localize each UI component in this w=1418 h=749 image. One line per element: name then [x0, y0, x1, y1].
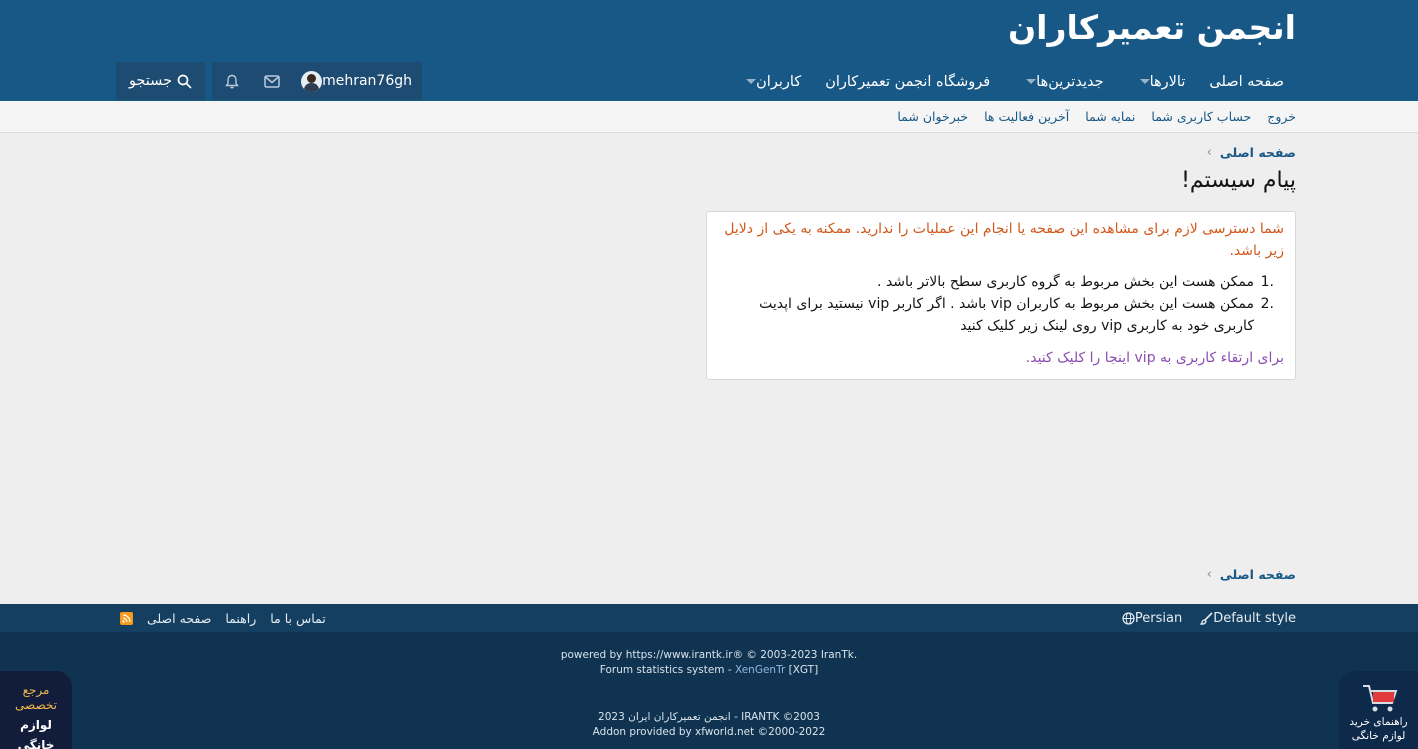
nav-forums-label: تالارها	[1149, 73, 1186, 90]
chevron-down-icon[interactable]	[1139, 79, 1150, 84]
subnav-latest-activity[interactable]: آخرین فعالیت ها	[984, 109, 1069, 124]
buying-guide-badge[interactable]: راهنمای خرید لوازم خانگی	[1339, 671, 1418, 749]
sub-nav: خبرخوان شما آخرین فعالیت ها نمایه شما حس…	[0, 101, 1418, 133]
breadcrumb: صفحه اصلی ›	[1207, 145, 1296, 160]
footer-contact-link[interactable]: تماس با ما	[270, 611, 326, 626]
badge-line: مرجع	[22, 683, 50, 697]
copyright-line: powered by https://www.irantk.ir® © 2003…	[560, 649, 858, 661]
main-nav: صفحه اصلی تالارها جدیدترین‌ها فروشگاه ان…	[722, 62, 1296, 101]
search-button[interactable]: جستجو	[116, 62, 205, 100]
chevron-left-icon: ›	[1206, 567, 1212, 582]
stats-suffix: [XGT]	[785, 664, 819, 676]
brush-icon	[1200, 611, 1213, 625]
upgrade-vip-link[interactable]: برای ارتقاء کاربری به vip اینجا را کلیک …	[718, 350, 1284, 366]
breadcrumb-home[interactable]: صفحه اصلی	[1220, 145, 1296, 160]
nav-members[interactable]: کاربران	[722, 62, 813, 101]
style-chooser[interactable]: Default style	[1196, 611, 1296, 626]
nav-forums[interactable]: تالارها	[1116, 62, 1198, 101]
stats-line: Forum statistics system - XenGenTr [XGT]	[0, 663, 1418, 678]
rss-icon[interactable]	[120, 611, 133, 625]
cart-icon	[1362, 685, 1397, 712]
reason-list: .1 ممکن هست این بخش مربوط به گروه کاربری …	[718, 271, 1284, 337]
user-menu: mehran76gh	[212, 62, 422, 100]
breadcrumb-bottom: صفحه اصلی ›	[1207, 567, 1296, 582]
nav-members-label: کاربران	[756, 73, 802, 90]
copyright: powered by https://www.irantk.ir® © 2003…	[0, 648, 1418, 678]
copyright-bottom: انجمن تعمیرکاران ایران 2023 - IRANTK ©20…	[0, 710, 1418, 740]
list-number: .1	[1260, 274, 1274, 290]
addon-credit: Addon provided by xfworld.net ©2000-2022	[592, 726, 826, 738]
subnav-logout[interactable]: خروج	[1267, 109, 1296, 124]
badge-line: راهنمای خرید	[1349, 716, 1408, 728]
stats-prefix: Forum statistics system -	[599, 664, 735, 676]
appliance-reference-badge[interactable]: مرجع تخصصی لوازم خانگی	[0, 671, 72, 749]
site-header: انجمن تعمیرکاران صفحه اصلی تالارها جدیدت…	[0, 0, 1418, 101]
nav-store-label: فروشگاه انجمن تعمیرکاران	[825, 73, 991, 90]
message-warning: شما دسترسی لازم برای مشاهده این صفحه یا …	[724, 221, 1284, 259]
page-title: پیام سیستم!	[1181, 168, 1296, 193]
avatar	[301, 70, 323, 92]
account-link[interactable]: mehran76gh	[295, 62, 412, 100]
badge-line: تخصصی	[15, 698, 57, 712]
search-icon	[177, 74, 192, 88]
site-footer: Default style Persian تماس با ما راهنما …	[0, 604, 1418, 749]
search-label: جستجو	[128, 73, 173, 89]
subnav-watched[interactable]: خبرخوان شما	[897, 109, 968, 124]
breadcrumb-home[interactable]: صفحه اصلی	[1220, 567, 1296, 582]
list-item-text: ممکن هست این بخش مربوط به گروه کاربری سط…	[877, 274, 1254, 290]
list-item: .2 ممکن هست این بخش مربوط به کاربران vip …	[718, 293, 1274, 337]
chevron-left-icon: ›	[1206, 145, 1212, 160]
username: mehran76gh	[322, 73, 412, 89]
language-label: Persian	[1134, 610, 1183, 626]
chevron-down-icon[interactable]	[746, 79, 757, 84]
nav-home-label: صفحه اصلی	[1209, 73, 1284, 90]
style-label: Default style	[1213, 610, 1296, 626]
list-number: .2	[1260, 296, 1274, 312]
badge-line: لوازم خانگی	[17, 718, 55, 749]
stats-link[interactable]: XenGenTr	[735, 664, 785, 676]
footer-bar: Default style Persian تماس با ما راهنما …	[0, 604, 1418, 632]
nav-store[interactable]: فروشگاه انجمن تعمیرکاران	[813, 62, 1002, 101]
nav-whats-new-label: جدیدترین‌ها	[1036, 73, 1104, 90]
language-chooser[interactable]: Persian	[1118, 611, 1182, 626]
footer-help-link[interactable]: راهنما	[225, 611, 256, 626]
inbox-icon[interactable]	[252, 62, 292, 100]
list-item: .1 ممکن هست این بخش مربوط به گروه کاربری …	[718, 271, 1274, 293]
system-message: شما دسترسی لازم برای مشاهده این صفحه یا …	[706, 211, 1296, 380]
copyright-line: انجمن تعمیرکاران ایران 2023 - IRANTK ©20…	[598, 711, 820, 723]
chevron-down-icon[interactable]	[1026, 79, 1037, 84]
footer-home-link[interactable]: صفحه اصلی	[147, 611, 211, 626]
site-logo[interactable]: انجمن تعمیرکاران	[1008, 8, 1296, 47]
list-item-text: ممکن هست این بخش مربوط به کاربران vip با…	[759, 296, 1254, 334]
subnav-profile[interactable]: نمایه شما	[1085, 109, 1135, 124]
globe-icon	[1122, 611, 1135, 625]
bell-icon[interactable]	[212, 62, 252, 100]
subnav-account[interactable]: حساب کاربری شما	[1151, 109, 1251, 124]
nav-whats-new[interactable]: جدیدترین‌ها	[1002, 62, 1115, 101]
badge-line: لوازم خانگی	[1351, 730, 1406, 742]
nav-home[interactable]: صفحه اصلی	[1197, 62, 1296, 101]
